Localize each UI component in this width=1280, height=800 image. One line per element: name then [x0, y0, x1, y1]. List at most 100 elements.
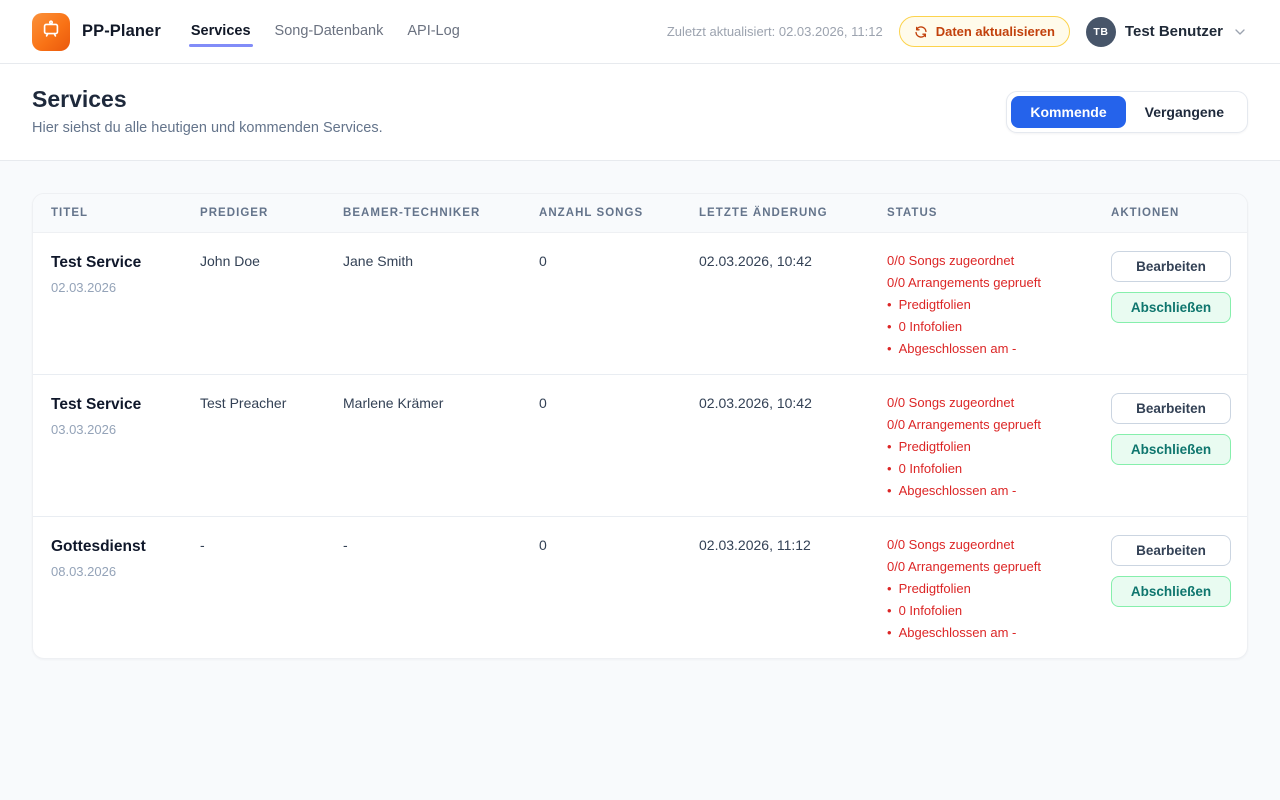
status-item: • Abgeschlossen am -	[887, 622, 1103, 644]
service-date: 08.03.2026	[51, 564, 192, 579]
complete-button[interactable]: Abschließen	[1111, 292, 1231, 323]
cell-preacher: -	[200, 517, 343, 659]
col-header-anzahl-songs: ANZAHL SONGS	[539, 194, 699, 233]
cell-preacher: John Doe	[200, 233, 343, 375]
status-item-label: Abgeschlossen am -	[899, 338, 1017, 360]
cell-status: 0/0 Songs zugeordnet 0/0 Arrangements ge…	[887, 517, 1111, 659]
avatar: TB	[1086, 17, 1116, 47]
brand-name: PP-Planer	[82, 22, 161, 41]
edit-button[interactable]: Bearbeiten	[1111, 251, 1231, 282]
status-item-label: Abgeschlossen am -	[899, 622, 1017, 644]
actions-stack: Bearbeiten Abschließen	[1111, 535, 1231, 607]
cell-title: Test Service 03.03.2026	[33, 375, 200, 517]
service-title: Gottesdienst	[51, 537, 192, 557]
cell-song-count: 0	[539, 375, 699, 517]
cell-status: 0/0 Songs zugeordnet 0/0 Arrangements ge…	[887, 375, 1111, 517]
service-date: 03.03.2026	[51, 422, 192, 437]
topbar-right: Zuletzt aktualisiert: 02.03.2026, 11:12 …	[667, 16, 1248, 47]
cell-actions: Bearbeiten Abschließen	[1111, 233, 1247, 375]
actions-stack: Bearbeiten Abschließen	[1111, 393, 1231, 465]
refresh-icon	[914, 25, 928, 39]
complete-button[interactable]: Abschließen	[1111, 576, 1231, 607]
bullet-icon: •	[887, 316, 892, 338]
cell-actions: Bearbeiten Abschließen	[1111, 517, 1247, 659]
table-header-row: TITEL PREDIGER BEAMER-TECHNIKER ANZAHL S…	[33, 194, 1247, 233]
filter-toggle-group: Kommende Vergangene	[1006, 91, 1248, 133]
status-songs: 0/0 Songs zugeordnet	[887, 534, 1103, 556]
status-item-label: Predigtfolien	[899, 436, 971, 458]
edit-button[interactable]: Bearbeiten	[1111, 535, 1231, 566]
cell-status: 0/0 Songs zugeordnet 0/0 Arrangements ge…	[887, 233, 1111, 375]
complete-button[interactable]: Abschließen	[1111, 434, 1231, 465]
cell-beamer-tech: -	[343, 517, 539, 659]
filter-kommende-button[interactable]: Kommende	[1011, 96, 1125, 128]
actions-stack: Bearbeiten Abschließen	[1111, 251, 1231, 323]
projector-screen-icon	[40, 18, 62, 45]
status-item-label: Abgeschlossen am -	[899, 480, 1017, 502]
edit-button[interactable]: Bearbeiten	[1111, 393, 1231, 424]
table-row: Test Service 03.03.2026 Test Preacher Ma…	[33, 375, 1247, 517]
bullet-icon: •	[887, 294, 892, 316]
col-header-status: STATUS	[887, 194, 1111, 233]
status-item-label: Predigtfolien	[899, 294, 971, 316]
status-item-label: 0 Infofolien	[899, 458, 963, 480]
bullet-icon: •	[887, 622, 892, 644]
bullet-icon: •	[887, 480, 892, 502]
status-item: • 0 Infofolien	[887, 316, 1103, 338]
app-logo[interactable]	[32, 13, 70, 51]
bullet-icon: •	[887, 338, 892, 360]
table-row: Gottesdienst 08.03.2026 - - 0 02.03.2026…	[33, 517, 1247, 659]
nav-item-song-datenbank[interactable]: Song-Datenbank	[275, 17, 384, 47]
page-title: Services	[32, 85, 383, 113]
col-header-prediger: PREDIGER	[200, 194, 343, 233]
status-songs: 0/0 Songs zugeordnet	[887, 392, 1103, 414]
page-header-text: Services Hier siehst du alle heutigen un…	[32, 85, 383, 138]
col-header-beamer-techniker: BEAMER-TECHNIKER	[343, 194, 539, 233]
service-date: 02.03.2026	[51, 280, 192, 295]
main-content: TITEL PREDIGER BEAMER-TECHNIKER ANZAHL S…	[0, 161, 1280, 800]
status-item-label: Predigtfolien	[899, 578, 971, 600]
filter-vergangene-button[interactable]: Vergangene	[1126, 96, 1243, 128]
cell-beamer-tech: Marlene Krämer	[343, 375, 539, 517]
bullet-icon: •	[887, 436, 892, 458]
status-item: • 0 Infofolien	[887, 600, 1103, 622]
page-header: Services Hier siehst du alle heutigen un…	[0, 64, 1280, 161]
status-arrangements: 0/0 Arrangements geprueft	[887, 272, 1103, 294]
status-item-label: 0 Infofolien	[899, 316, 963, 338]
cell-last-change: 02.03.2026, 11:12	[699, 517, 887, 659]
status-item: • Predigtfolien	[887, 436, 1103, 458]
cell-beamer-tech: Jane Smith	[343, 233, 539, 375]
status-songs: 0/0 Songs zugeordnet	[887, 250, 1103, 272]
status-item-label: 0 Infofolien	[899, 600, 963, 622]
refresh-button-label: Daten aktualisieren	[936, 24, 1055, 39]
last-updated-text: Zuletzt aktualisiert: 02.03.2026, 11:12	[667, 24, 883, 39]
nav-item-api-log[interactable]: API-Log	[407, 17, 459, 47]
table-row: Test Service 02.03.2026 John Doe Jane Sm…	[33, 233, 1247, 375]
col-header-titel: TITEL	[33, 194, 200, 233]
user-menu[interactable]: TB Test Benutzer	[1086, 17, 1248, 47]
services-table-card: TITEL PREDIGER BEAMER-TECHNIKER ANZAHL S…	[32, 193, 1248, 659]
col-header-aktionen: AKTIONEN	[1111, 194, 1247, 233]
status-item: • Abgeschlossen am -	[887, 338, 1103, 360]
cell-title: Gottesdienst 08.03.2026	[33, 517, 200, 659]
cell-song-count: 0	[539, 233, 699, 375]
cell-song-count: 0	[539, 517, 699, 659]
topbar-left: PP-Planer Services Song-Datenbank API-Lo…	[32, 13, 460, 51]
bullet-icon: •	[887, 600, 892, 622]
status-arrangements: 0/0 Arrangements geprueft	[887, 556, 1103, 578]
main-nav: Services Song-Datenbank API-Log	[191, 17, 460, 47]
services-table: TITEL PREDIGER BEAMER-TECHNIKER ANZAHL S…	[33, 194, 1247, 658]
status-arrangements: 0/0 Arrangements geprueft	[887, 414, 1103, 436]
chevron-down-icon	[1232, 24, 1248, 40]
status-item: • Abgeschlossen am -	[887, 480, 1103, 502]
col-header-letzte-aenderung: LETZTE ÄNDERUNG	[699, 194, 887, 233]
status-item: • 0 Infofolien	[887, 458, 1103, 480]
cell-last-change: 02.03.2026, 10:42	[699, 375, 887, 517]
bullet-icon: •	[887, 458, 892, 480]
cell-last-change: 02.03.2026, 10:42	[699, 233, 887, 375]
status-item: • Predigtfolien	[887, 294, 1103, 316]
cell-title: Test Service 02.03.2026	[33, 233, 200, 375]
refresh-data-button[interactable]: Daten aktualisieren	[899, 16, 1070, 47]
service-title: Test Service	[51, 253, 192, 273]
nav-item-services[interactable]: Services	[191, 17, 251, 47]
